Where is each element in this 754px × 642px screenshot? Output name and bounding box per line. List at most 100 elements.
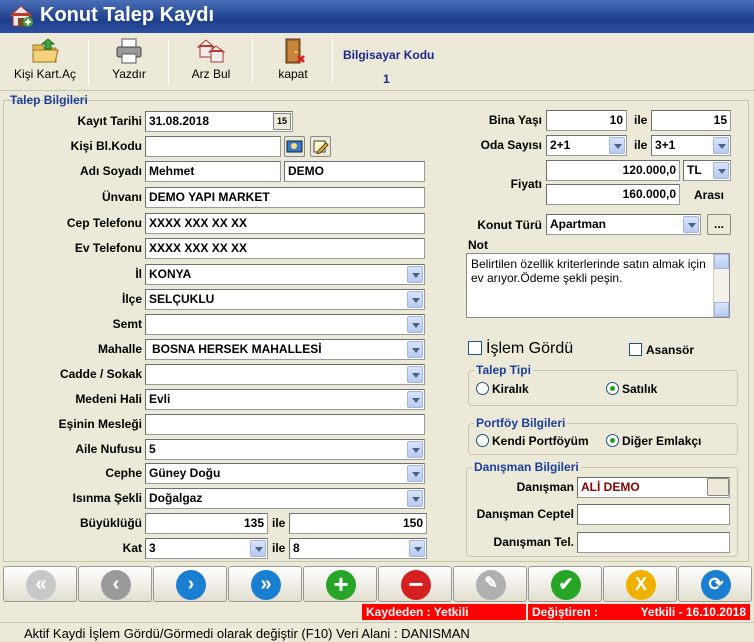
- person-lookup-button[interactable]: [284, 136, 305, 157]
- chevron-down-icon[interactable]: [407, 341, 423, 358]
- processed-label: İşlem Gördü: [486, 340, 574, 357]
- street-select[interactable]: [145, 364, 425, 385]
- district-select[interactable]: SELÇUKLU: [145, 289, 425, 310]
- chevron-down-icon[interactable]: [713, 162, 729, 179]
- heating-select[interactable]: Doğalgaz: [145, 488, 425, 509]
- edit-record-button[interactable]: ✎: [453, 566, 527, 602]
- rent-radio[interactable]: Kiralık: [476, 382, 529, 396]
- first-record-button[interactable]: «: [3, 566, 77, 602]
- floor-range-label: ile: [272, 541, 286, 555]
- cancel-x-icon: X: [626, 570, 656, 600]
- close-button[interactable]: kapat: [258, 37, 328, 89]
- advisor-field[interactable]: ALİ DEMO: [577, 477, 730, 498]
- note-text: Belirtilen özellik kriterlerinde satın a…: [471, 257, 706, 285]
- find-supply-button[interactable]: Arz Bul: [174, 37, 248, 89]
- other-agent-radio[interactable]: Diğer Emlakçı: [606, 434, 701, 448]
- housing-type-browse-button[interactable]: ...: [707, 214, 731, 235]
- print-button[interactable]: Yazdır: [94, 37, 164, 89]
- chevron-down-icon[interactable]: [683, 216, 699, 233]
- first-name-field[interactable]: Mehmet: [145, 161, 281, 182]
- floor-label: Kat: [122, 541, 142, 555]
- record-navigation-bar: « ‹ › » + − ✎ ✔ X ⟳: [0, 563, 754, 603]
- spouse-occupation-field[interactable]: [145, 414, 425, 435]
- neighborhood-select[interactable]: [145, 314, 425, 335]
- advisor-mobile-label: Danışman Ceptel: [476, 507, 574, 521]
- sale-radio[interactable]: Satılık: [606, 382, 657, 396]
- province-select[interactable]: KONYA: [145, 264, 425, 285]
- next-record-button[interactable]: ›: [153, 566, 227, 602]
- cancel-record-button[interactable]: X: [603, 566, 677, 602]
- building-age-to-field[interactable]: 15: [651, 110, 731, 131]
- floor-to-select[interactable]: 8: [289, 538, 427, 559]
- advisor-phone-field[interactable]: [577, 532, 730, 553]
- size-from-field[interactable]: 135: [145, 513, 268, 534]
- advisor-mobile-field[interactable]: [577, 504, 730, 525]
- chevron-down-icon[interactable]: [713, 137, 729, 154]
- chevron-down-icon[interactable]: [407, 291, 423, 308]
- currency-select[interactable]: TL: [683, 160, 731, 181]
- room-count-to-select[interactable]: 3+1: [651, 135, 731, 156]
- last-record-button[interactable]: »: [228, 566, 302, 602]
- size-to-field[interactable]: 150: [289, 513, 427, 534]
- person-code-field[interactable]: [145, 136, 281, 157]
- save-record-button[interactable]: ✔: [528, 566, 602, 602]
- advisor-title: Danışman Bilgileri: [472, 460, 581, 474]
- quarter-label: Mahalle: [97, 342, 142, 356]
- calendar-icon[interactable]: 15: [273, 113, 291, 130]
- title-label: Ünvanı: [101, 190, 142, 204]
- advisor-browse-button[interactable]: [707, 478, 729, 496]
- elevator-checkbox[interactable]: Asansör: [629, 343, 694, 357]
- facade-select[interactable]: Güney Doğu: [145, 463, 425, 484]
- person-edit-button[interactable]: [310, 136, 331, 157]
- add-record-button[interactable]: +: [303, 566, 377, 602]
- refresh-icon: ⟳: [701, 570, 731, 600]
- marital-status-select[interactable]: Evli: [145, 389, 425, 410]
- title-field[interactable]: DEMO YAPI MARKET: [145, 187, 425, 208]
- building-age-range-label: ile: [634, 113, 648, 127]
- registration-date-field[interactable]: 31.08.2018 15: [145, 111, 293, 132]
- mobile-phone-field[interactable]: XXXX XXX XX XX: [145, 213, 425, 234]
- room-count-from-select[interactable]: 2+1: [546, 135, 627, 156]
- note-scrollbar[interactable]: [713, 254, 729, 317]
- full-name-label: Adı Soyadı: [79, 164, 142, 178]
- family-size-select[interactable]: 5: [145, 439, 425, 460]
- chevron-down-icon[interactable]: [609, 137, 625, 154]
- note-textarea[interactable]: Belirtilen özellik kriterlerinde satın a…: [466, 253, 730, 318]
- chevron-down-icon[interactable]: [407, 266, 423, 283]
- houses-search-icon: [196, 39, 226, 63]
- price-from-field[interactable]: 120.000,0: [546, 160, 680, 181]
- size-label: Büyüklüğü: [80, 516, 142, 530]
- edit-pencil-icon: [313, 140, 329, 155]
- home-phone-field[interactable]: XXXX XXX XX XX: [145, 238, 425, 259]
- building-age-label: Bina Yaşı: [488, 113, 542, 127]
- floor-from-select[interactable]: 3: [145, 538, 268, 559]
- audit-status-bar: Kaydeden : Yetkili Değiştiren : Yetkili …: [0, 604, 754, 620]
- chevron-down-icon[interactable]: [409, 540, 425, 557]
- refresh-button[interactable]: ⟳: [678, 566, 752, 602]
- double-right-arrow-icon: »: [251, 570, 281, 600]
- chevron-down-icon[interactable]: [407, 490, 423, 507]
- housing-type-select[interactable]: Apartman: [546, 214, 701, 235]
- price-to-field[interactable]: 160.000,0: [546, 184, 680, 205]
- hint-status-bar: Aktif Kaydi İşlem Gördü/Görmedi olarak d…: [0, 622, 754, 642]
- quarter-select[interactable]: BOSNA HERSEK MAHALLESİ: [145, 339, 425, 360]
- chevron-down-icon[interactable]: [407, 391, 423, 408]
- chevron-down-icon[interactable]: [407, 465, 423, 482]
- chevron-down-icon[interactable]: [407, 441, 423, 458]
- processed-checkbox[interactable]: İşlem Gördü: [468, 340, 573, 358]
- close-label: kapat: [278, 67, 308, 81]
- building-age-from-field[interactable]: 10: [546, 110, 627, 131]
- left-arrow-icon: ‹: [101, 570, 131, 600]
- chevron-down-icon[interactable]: [250, 540, 266, 557]
- chevron-down-icon[interactable]: [407, 366, 423, 383]
- chevron-down-icon[interactable]: [407, 316, 423, 333]
- own-portfolio-radio[interactable]: Kendi Portföyüm: [476, 434, 589, 448]
- marital-status-label: Medeni Hali: [75, 392, 142, 406]
- section-title: Talep Bilgileri: [10, 93, 88, 107]
- registration-date-label: Kayıt Tarihi: [77, 114, 142, 128]
- open-person-card-button[interactable]: Kişi Kart.Aç: [6, 37, 84, 89]
- previous-record-button[interactable]: ‹: [78, 566, 152, 602]
- delete-record-button[interactable]: −: [378, 566, 452, 602]
- size-range-label: ile: [272, 516, 286, 530]
- last-name-field[interactable]: DEMO: [284, 161, 425, 182]
